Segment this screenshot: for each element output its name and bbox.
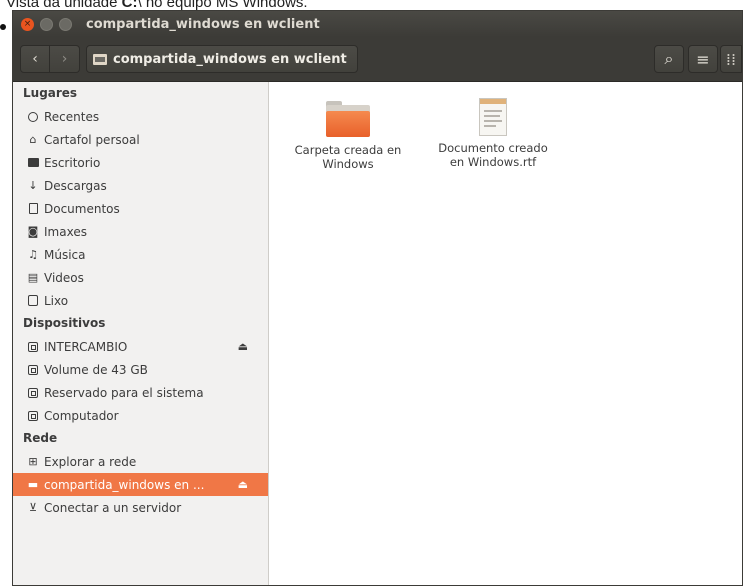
sidebar-item-label: Cartafol persoal — [44, 132, 140, 147]
back-button[interactable]: ‹ — [20, 45, 50, 73]
trash-icon — [27, 295, 39, 307]
toolbar: ‹ › compartida_windows en wclient ⌕ ≡ ⁞⁞ — [13, 37, 742, 82]
sidebar-item-label: Descargas — [44, 178, 107, 193]
sidebar-item-videos[interactable]: ▤ Videos — [13, 266, 268, 289]
sidebar-item-intercambio[interactable]: INTERCAMBIO ⏏ — [13, 335, 268, 358]
drive-icon — [27, 364, 39, 376]
close-icon: × — [23, 18, 32, 29]
sidebar-item-label: Imaxes — [44, 224, 87, 239]
file-view: Carpeta creada en Windows Documento crea… — [269, 82, 742, 585]
forward-button[interactable]: › — [50, 45, 80, 73]
network-share-icon — [93, 53, 107, 65]
section-devices: Dispositivos — [23, 316, 106, 330]
file-item-document[interactable]: Documento creado en Windows.rtf — [428, 98, 558, 169]
sidebar-item-label: compartida_windows en ... — [44, 477, 205, 492]
home-icon: ⌂ — [29, 133, 37, 146]
sidebar-item-label: Recentes — [44, 109, 100, 124]
sidebar-item-recentes[interactable]: Recentes — [13, 105, 268, 128]
grid-icon: ⁞⁞ — [725, 49, 737, 69]
desktop-icon — [27, 157, 39, 169]
share-icon: ▬ — [27, 478, 39, 491]
sidebar-item-volume[interactable]: Volume de 43 GB — [13, 358, 268, 381]
chevron-right-icon: › — [61, 51, 68, 67]
film-icon: ▤ — [27, 271, 39, 284]
sidebar-item-label: Música — [44, 247, 86, 262]
sidebar-item-escritorio[interactable]: Escritorio — [13, 151, 268, 174]
file-manager-window: × compartida_windows en wclient ‹ › comp… — [12, 10, 743, 586]
caption: Vista da unidade C:\ no equipo MS Window… — [6, 0, 308, 11]
sidebar: Lugares Recentes ⌂ Cartafol persoal Escri… — [13, 82, 269, 585]
sidebar-item-musica[interactable]: ♫ Música — [13, 243, 268, 266]
chevron-left-icon: ‹ — [32, 51, 38, 67]
drive-icon — [27, 341, 39, 353]
document-icon — [479, 98, 507, 136]
sidebar-item-label: INTERCAMBIO — [44, 339, 128, 354]
close-button[interactable]: × — [21, 17, 34, 31]
list-view-button[interactable]: ≡ — [688, 45, 718, 73]
sidebar-item-label: Volume de 43 GB — [44, 362, 148, 377]
document-icon — [27, 203, 39, 215]
sidebar-item-imaxes[interactable]: ◙ Imaxes — [13, 220, 268, 243]
sidebar-item-compartida-windows[interactable]: ▬ compartida_windows en ... ⏏ — [13, 473, 268, 496]
path-button[interactable]: compartida_windows en wclient — [86, 45, 358, 73]
sidebar-item-descargas[interactable]: ↓ Descargas — [13, 174, 268, 197]
file-item-folder[interactable]: Carpeta creada en Windows — [283, 101, 413, 171]
sidebar-item-explorar-rede[interactable]: ⊞ Explorar a rede — [13, 450, 268, 473]
sidebar-item-label: Escritorio — [44, 155, 101, 170]
toolbar-right: ⌕ ≡ ⁞⁞ — [650, 45, 742, 73]
sidebar-item-label: Videos — [44, 270, 84, 285]
path-label: compartida_windows en wclient — [113, 51, 347, 67]
eject-icon[interactable]: ⏏ — [238, 340, 248, 353]
window-title: compartida_windows en wclient — [86, 16, 320, 32]
sidebar-item-label: Conectar a un servidor — [44, 500, 182, 515]
music-icon: ♫ — [28, 248, 38, 261]
section-network: Rede — [23, 431, 58, 445]
sidebar-item-label: Reservado para el sistema — [44, 385, 204, 400]
search-icon: ⌕ — [664, 49, 674, 68]
file-name-line2: Windows — [322, 157, 374, 171]
download-icon: ↓ — [28, 179, 38, 192]
list-icon: ≡ — [696, 49, 710, 69]
sidebar-item-computador[interactable]: Computador — [13, 404, 268, 427]
minimize-button[interactable] — [40, 17, 53, 31]
file-name: Documento creado — [438, 141, 548, 155]
file-name: Carpeta creada en — [294, 143, 402, 157]
sidebar-item-documentos[interactable]: Documentos — [13, 197, 268, 220]
sidebar-item-cartafol-persoal[interactable]: ⌂ Cartafol persoal — [13, 128, 268, 151]
bullet — [0, 24, 6, 30]
connect-icon: ⊻ — [28, 501, 38, 514]
sidebar-item-conectar-servidor[interactable]: ⊻ Conectar a un servidor — [13, 496, 268, 519]
folder-icon — [326, 101, 370, 137]
section-places: Lugares — [23, 86, 78, 100]
search-button[interactable]: ⌕ — [654, 45, 684, 73]
maximize-button[interactable] — [59, 17, 72, 31]
drive-icon — [27, 387, 39, 399]
sidebar-item-lixo[interactable]: Lixo — [13, 289, 268, 312]
sidebar-item-label: Computador — [44, 408, 119, 423]
drive-icon — [27, 410, 39, 422]
sidebar-item-reservado[interactable]: Reservado para el sistema — [13, 381, 268, 404]
titlebar: × compartida_windows en wclient — [13, 11, 742, 37]
eject-icon[interactable]: ⏏ — [238, 478, 248, 491]
file-name-line2: en Windows.rtf — [449, 155, 537, 169]
sidebar-item-label: Lixo — [44, 293, 69, 308]
sidebar-item-label: Documentos — [44, 201, 120, 216]
network-icon: ⊞ — [28, 455, 38, 468]
camera-icon: ◙ — [27, 225, 39, 238]
grid-view-button[interactable]: ⁞⁞ — [720, 45, 742, 73]
clock-icon — [27, 111, 39, 123]
sidebar-item-label: Explorar a rede — [44, 454, 137, 469]
